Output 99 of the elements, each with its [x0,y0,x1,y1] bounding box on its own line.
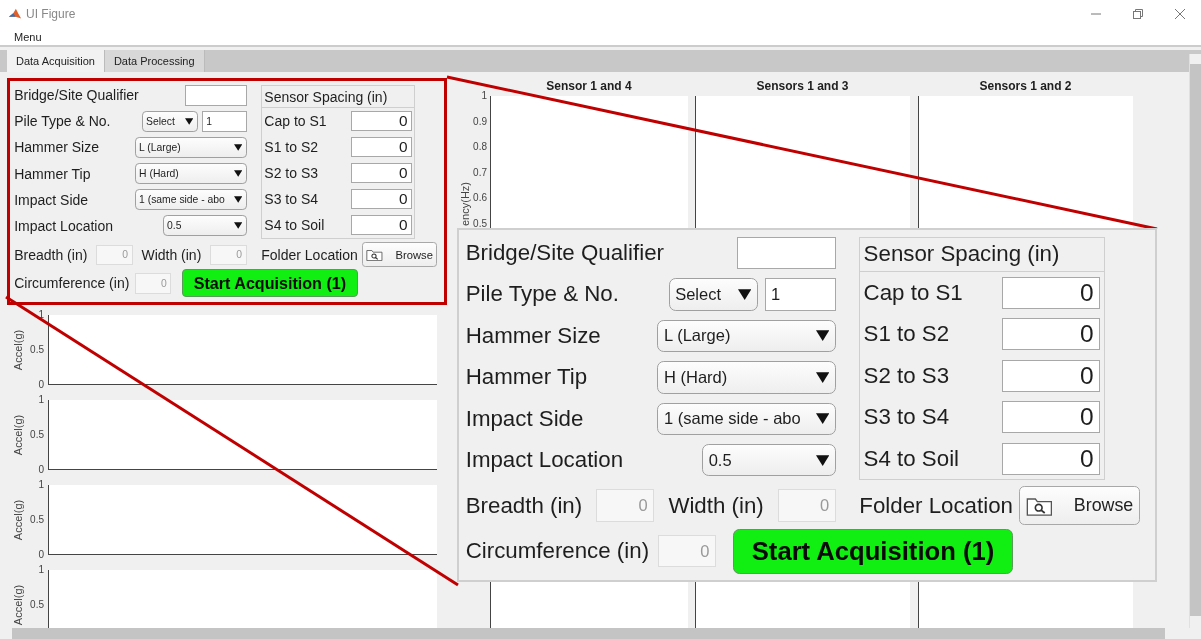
number-field[interactable]: 0 [1002,442,1101,475]
folder-search-icon [366,248,383,262]
field-label: Breadth (in) [465,492,583,519]
caret-icon [815,454,830,466]
field-label: Bridge/Site Qualifier [465,239,664,266]
caret-icon [233,222,243,230]
browse-button[interactable]: Browse [361,242,438,268]
window-title: UI Figure [26,7,76,21]
field-label: Impact Side [14,191,89,208]
caret-icon [233,170,243,177]
caret-icon [184,117,194,125]
number-field[interactable]: 1 [764,278,836,311]
number-field[interactable]: 0 [1002,401,1101,434]
field-label: Circumference (in) [465,538,650,565]
field-label: S1 to S2 [264,139,319,156]
text-field[interactable] [184,85,247,106]
tick-label: 0 [37,549,44,560]
axis-label: ency(Hz) [459,182,471,226]
number-field[interactable]: 0 [350,111,413,132]
field-label: Hammer Tip [465,364,588,391]
caret-icon [815,413,830,425]
restore-icon[interactable] [1132,8,1144,20]
tab[interactable]: Data Acquisition [7,50,105,72]
axis-label: Accel(g) [12,584,24,625]
dropdown[interactable]: H (Hard) [657,361,836,394]
caret-icon [815,371,830,383]
tick-label: 0.7 [473,167,487,178]
tick-label: 0.9 [473,116,487,127]
field-label: Folder Location [859,492,1013,519]
tick-label: 1 [37,394,44,405]
dropdown[interactable]: L (Large) [657,319,836,353]
field-label: Pile Type & No. [14,113,111,130]
field-label: Width (in) [668,492,764,519]
field-label: S4 to Soil [863,445,960,472]
dropdown[interactable]: L (Large) [134,137,247,158]
plot-title: Sensor 1 and 4 [545,78,633,95]
close-icon[interactable] [1174,8,1186,20]
tick-label: 0.5 [473,219,487,229]
number-field[interactable]: 0 [350,163,413,184]
number-field[interactable]: 0 [350,215,413,236]
number-field[interactable]: 0 [1002,318,1101,351]
tick-label: 0.8 [473,142,487,153]
tick-label: 0 [37,464,44,475]
field-label: S2 to S3 [863,362,950,389]
field-label: Impact Location [465,447,624,474]
tick-label: 1 [37,564,44,575]
tick-label: 0 [37,379,44,390]
dropdown[interactable]: 0.5 [702,444,836,477]
tick-label: 1 [481,91,487,101]
field-label: Folder Location [261,246,358,263]
field-label: Circumference (in) [14,275,130,292]
field-label: Impact Side [465,405,584,432]
caret-icon [233,143,243,151]
text-field[interactable] [737,236,836,270]
field-label: S3 to S4 [863,404,950,431]
dropdown[interactable]: 1 (same side - abo [134,189,247,210]
field-label: Hammer Size [465,322,601,349]
field-label: Pile Type & No. [465,281,619,308]
field-label: Breadth (in) [14,246,88,263]
tick-label: 0.6 [473,193,487,204]
dropdown[interactable]: 1 (same side - abo [657,402,836,435]
start-acquisition-button[interactable]: Start Acquisition (1) [181,269,359,298]
field-label: Bridge/Site Qualifier [14,87,139,104]
vertical-scrollbar[interactable] [1189,54,1201,628]
number-field[interactable]: 0 [350,137,413,158]
caret-icon [233,196,243,203]
app-icon [8,7,22,21]
number-field[interactable]: 0 [1002,359,1101,392]
field-label: S3 to S4 [264,191,319,208]
number-field[interactable]: 0 [1002,276,1101,309]
menu-item[interactable]: Menu [14,30,42,43]
axis-label: Accel(g) [12,329,24,370]
caret-icon [737,288,752,300]
field-label: S4 to Soil [264,217,325,234]
plot-title: Sensors 1 and 3 [755,78,850,95]
group-title: Sensor Spacing (in) [264,88,388,105]
dropdown[interactable]: H (Hard) [134,163,247,184]
field-label: Cap to S1 [264,113,327,130]
field-label: Impact Location [14,217,114,234]
dropdown[interactable]: Select [141,111,198,132]
field-label: Hammer Size [14,139,99,156]
field-label: S1 to S2 [863,321,950,348]
number-field[interactable]: 1 [201,111,247,132]
field-label: Hammer Tip [14,165,91,182]
field-label: Width (in) [141,246,202,263]
number-field[interactable]: 0 [350,189,413,210]
tick-label: 1 [37,479,44,490]
browse-button[interactable]: Browse [1019,485,1140,526]
plot-title: Sensors 1 and 2 [978,78,1073,95]
field-label: S2 to S3 [264,165,319,182]
dropdown[interactable]: 0.5 [162,215,247,236]
caret-icon [815,330,830,342]
field-label: Cap to S1 [863,279,963,306]
group-title: Sensor Spacing (in) [863,241,1060,268]
axis-label: Accel(g) [12,499,24,540]
axis-label: Accel(g) [12,414,24,455]
tab[interactable]: Data Processing [104,50,205,72]
dropdown[interactable]: Select [668,278,758,311]
start-acquisition-button[interactable]: Start Acquisition (1) [732,528,1014,574]
